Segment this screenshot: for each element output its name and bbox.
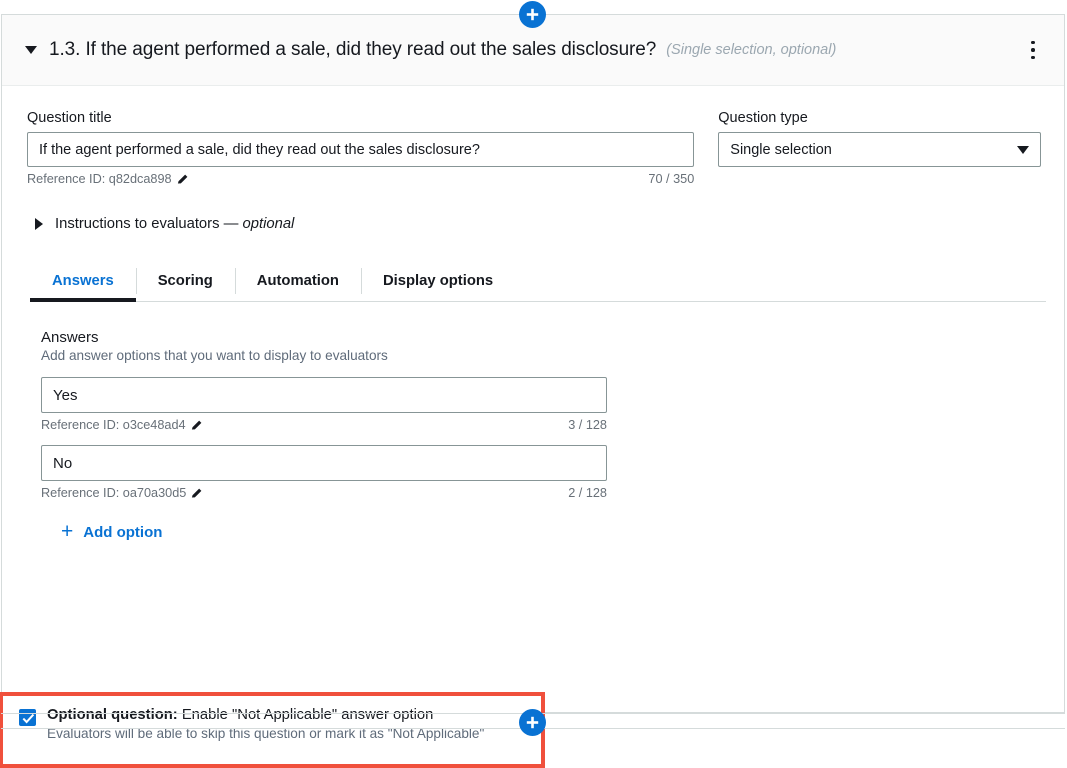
tab-display-options-label: Display options [383,273,493,289]
answer-option-input-1[interactable] [41,377,607,413]
tab-display-options[interactable]: Display options [361,261,515,301]
tab-scoring-label: Scoring [158,273,213,289]
instructions-optional-word: optional [243,216,295,232]
pencil-icon[interactable] [191,487,203,499]
kebab-dot [1031,48,1035,52]
collapse-caret-down-icon[interactable] [25,46,37,54]
add-question-button-top[interactable] [519,1,546,28]
answer-reference-id-text: Reference ID: o3ce48ad4 [41,418,186,432]
chevron-down-icon [1017,146,1029,154]
add-question-button-bottom[interactable] [519,709,546,736]
answer-reference-id-text: Reference ID: oa70a30d5 [41,486,186,500]
question-reference-id-text: Reference ID: q82dca898 [27,172,172,186]
question-type-group: Question type Single selection [718,110,1041,186]
answer-option-row: Reference ID: o3ce48ad4 3 / 128 [41,377,607,432]
fields-row: Question title Reference ID: q82dca898 7… [27,110,1041,186]
answer-reference-id-2: Reference ID: oa70a30d5 [41,486,203,500]
answer-char-count-1: 3 / 128 [568,418,607,432]
tab-answers-label: Answers [52,273,114,289]
optional-question-checkbox[interactable] [19,709,36,726]
question-type-label: Question type [718,110,1041,126]
answers-section-subtitle: Add answer options that you want to disp… [41,348,1041,363]
question-body: Question title Reference ID: q82dca898 7… [2,86,1064,544]
plus-circle-icon [525,715,540,730]
optional-question-highlight: Optional question: Enable "Not Applicabl… [0,692,545,768]
question-heading: 1.3. If the agent performed a sale, did … [49,39,656,61]
expand-caret-right-icon [35,218,43,230]
plus-circle-icon [525,7,540,22]
kebab-menu-icon[interactable] [1020,35,1046,65]
optional-question-label: Optional question: Enable "Not Applicabl… [47,707,484,723]
question-type-meta: (Single selection, optional) [666,42,836,58]
question-tabs: Answers Scoring Automation Display optio… [30,261,1046,302]
question-title-label: Question title [27,110,694,126]
kebab-dot [1031,56,1035,60]
question-title-meta-row: Reference ID: q82dca898 70 / 350 [27,172,694,186]
instructions-label: Instructions to evaluators — optional [55,216,294,232]
question-title-char-count: 70 / 350 [648,172,694,186]
optional-question-label-bold: Optional question: [47,707,178,723]
tab-scoring[interactable]: Scoring [136,261,235,301]
answer-char-count-2: 2 / 128 [568,486,607,500]
answer-option-meta-2: Reference ID: oa70a30d5 2 / 128 [41,486,607,500]
question-card: 1.3. If the agent performed a sale, did … [1,14,1065,713]
answers-section-title: Answers [41,329,1041,346]
tab-automation[interactable]: Automation [235,261,361,301]
add-option-label: Add option [83,524,162,541]
tab-automation-label: Automation [257,273,339,289]
answer-option-input-2[interactable] [41,445,607,481]
optional-question-label-rest: Enable "Not Applicable" answer option [178,707,434,723]
answer-option-meta-1: Reference ID: o3ce48ad4 3 / 128 [41,418,607,432]
question-type-value: Single selection [730,142,1017,158]
plus-icon: + [61,521,73,542]
instructions-label-text: Instructions to evaluators — [55,216,243,232]
pencil-icon[interactable] [191,419,203,431]
answer-option-row: Reference ID: oa70a30d5 2 / 128 [41,445,607,500]
pencil-icon[interactable] [177,173,189,185]
kebab-dot [1031,41,1035,45]
answer-reference-id-1: Reference ID: o3ce48ad4 [41,418,203,432]
question-reference-id: Reference ID: q82dca898 [27,172,189,186]
question-type-select[interactable]: Single selection [718,132,1041,167]
question-title-group: Question title Reference ID: q82dca898 7… [27,110,694,186]
tab-answers[interactable]: Answers [30,261,136,301]
instructions-expander[interactable]: Instructions to evaluators — optional [27,216,1041,232]
question-title-input[interactable] [27,132,694,167]
add-option-button[interactable]: + Add option [61,522,162,543]
answers-panel: Answers Add answer options that you want… [27,302,1041,544]
optional-question-row[interactable]: Optional question: Enable "Not Applicabl… [3,696,541,741]
